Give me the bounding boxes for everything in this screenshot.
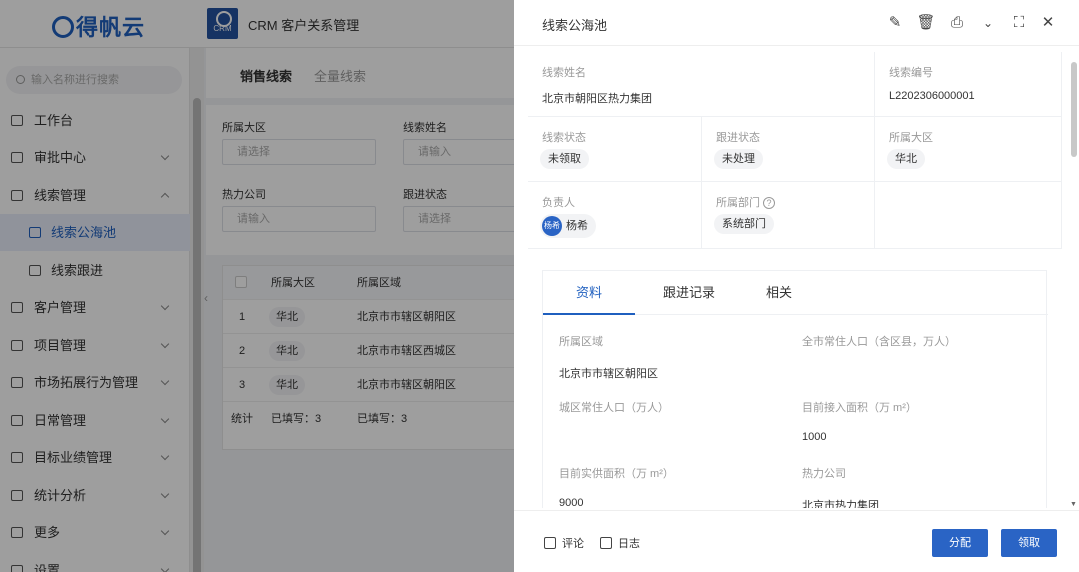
- tab-follow-records[interactable]: 跟进记录: [643, 271, 735, 315]
- lead-name-cell: 线索姓名 北京市朝阳区热力集团: [528, 52, 875, 117]
- field-area-label: 所属区域: [559, 336, 603, 348]
- follow-state-badge: 未处理: [714, 149, 763, 169]
- field-access-area-label: 目前接入面积（万 m²）: [802, 402, 917, 414]
- drawer-toolbar: ✎ 🗑 ⎙ ⌄ ⛶ ✕: [884, 12, 1059, 34]
- owner-cell: 负责人 杨希 杨希: [528, 182, 702, 249]
- chevron-down-icon[interactable]: ⌄: [977, 12, 999, 34]
- comment-button[interactable]: 评论: [544, 535, 584, 551]
- assign-button[interactable]: 分配: [932, 529, 988, 557]
- field-urban-population: 城区常住人口（万人）: [559, 399, 789, 431]
- lead-code-label: 线索编号: [889, 67, 933, 79]
- detail-tabs: 资料 跟进记录 相关: [543, 271, 1048, 315]
- field-area-value: 北京市市辖区朝阳区: [559, 368, 658, 380]
- print-icon[interactable]: ⎙: [946, 12, 968, 34]
- dept-cell: 所属部门? 系统部门: [702, 182, 875, 249]
- detail-panel: 资料 跟进记录 相关 所属区域 北京市市辖区朝阳区 全市常住人口（含区县，万人）…: [542, 270, 1048, 508]
- drawer-title: 线索公海池: [542, 18, 608, 33]
- follow-state-cell: 跟进状态 未处理: [702, 117, 875, 182]
- lead-code-cell: 线索编号 L2202306000001: [875, 52, 1062, 117]
- field-population-label: 全市常住人口（含区县，万人）: [802, 336, 956, 348]
- log-button[interactable]: 日志: [600, 535, 640, 551]
- edit-icon[interactable]: ✎: [884, 12, 906, 34]
- dept-label: 所属部门?: [716, 194, 775, 210]
- fullscreen-icon[interactable]: ⛶: [1008, 12, 1030, 34]
- lead-code-value: L2202306000001: [889, 90, 975, 102]
- region-label: 所属大区: [889, 132, 933, 144]
- modal-overlay[interactable]: [0, 0, 514, 572]
- follow-state-label: 跟进状态: [716, 132, 760, 144]
- field-area: 所属区域 北京市市辖区朝阳区: [559, 333, 789, 381]
- lead-state-label: 线索状态: [542, 132, 586, 144]
- lead-name-label: 线索姓名: [542, 67, 586, 79]
- scrollbar-thumb[interactable]: [1071, 62, 1077, 157]
- scroll-down-icon[interactable]: ▼: [1070, 501, 1077, 508]
- field-heated-area: 目前实供面积（万 m²） 9000: [559, 465, 789, 508]
- field-heat-company-label: 热力公司: [802, 468, 846, 480]
- claim-button[interactable]: 领取: [1001, 529, 1057, 557]
- help-icon[interactable]: ?: [763, 197, 775, 209]
- close-icon[interactable]: ✕: [1037, 12, 1059, 34]
- field-access-area-value: 1000: [802, 431, 827, 443]
- field-access-area: 目前接入面积（万 m²） 1000: [802, 399, 1032, 443]
- field-heated-area-value: 9000: [559, 497, 584, 508]
- drawer-footer: 评论 日志 分配 领取: [514, 510, 1079, 572]
- lead-state-cell: 线索状态 未领取: [528, 117, 702, 182]
- drawer-scrollbar[interactable]: ▼: [1070, 52, 1078, 508]
- field-heat-company: 热力公司 北京市热力集团: [802, 465, 1032, 508]
- lead-detail-drawer: 线索公海池 ✎ 🗑 ⎙ ⌄ ⛶ ✕ 线索姓名 北京市朝阳区热力集团 线索编号 L…: [514, 0, 1079, 572]
- lead-state-badge: 未领取: [540, 149, 589, 169]
- comment-icon: [544, 537, 556, 549]
- field-heat-company-value: 北京市热力集团: [802, 500, 879, 508]
- avatar: 杨希: [542, 216, 562, 237]
- drawer-body: 线索姓名 北京市朝阳区热力集团 线索编号 L2202306000001 线索状态…: [528, 52, 1062, 508]
- delete-icon[interactable]: 🗑: [915, 12, 937, 34]
- field-heated-area-label: 目前实供面积（万 m²）: [559, 468, 674, 480]
- field-population: 全市常住人口（含区县，万人）: [802, 333, 1032, 365]
- field-urban-population-label: 城区常住人口（万人）: [559, 402, 669, 414]
- empty-cell: [875, 182, 1062, 249]
- owner-label: 负责人: [542, 197, 575, 209]
- owner-chip[interactable]: 杨希 杨希: [540, 214, 596, 238]
- region-badge: 华北: [887, 149, 925, 169]
- log-icon: [600, 537, 612, 549]
- dept-badge: 系统部门: [714, 214, 774, 234]
- tab-related[interactable]: 相关: [743, 271, 815, 315]
- region-cell: 所属大区 华北: [875, 117, 1062, 182]
- tab-profile[interactable]: 资料: [543, 271, 635, 315]
- lead-info-grid: 线索姓名 北京市朝阳区热力集团 线索编号 L2202306000001 线索状态…: [528, 52, 1062, 249]
- drawer-divider: [514, 45, 1079, 46]
- lead-name-value: 北京市朝阳区热力集团: [542, 93, 652, 105]
